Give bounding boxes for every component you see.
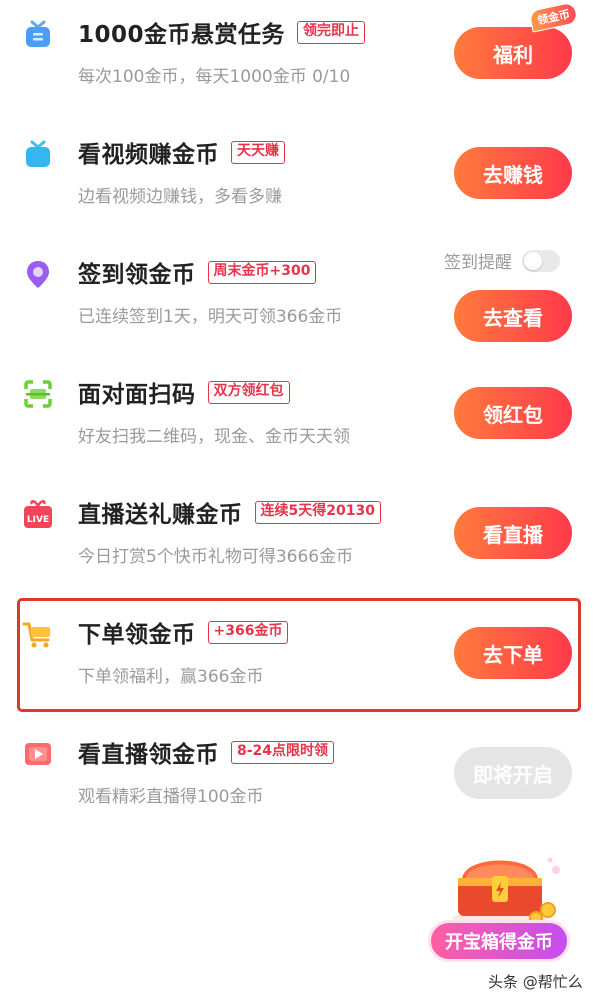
welfare-button[interactable]: 福利 — [454, 27, 572, 79]
watch-live-button[interactable]: 看直播 — [454, 507, 572, 559]
coming-soon-button[interactable]: 即将开启 — [454, 747, 572, 799]
task-title: 面对面扫码 — [78, 382, 196, 408]
tv-icon — [26, 20, 50, 47]
treasure-chest-icon — [452, 857, 560, 925]
play-video-icon — [25, 743, 51, 765]
task-description: 观看精彩直播得100金币 — [78, 787, 264, 807]
task-tag: 8-24点限时领 — [231, 740, 335, 764]
task-title-row: 面对面扫码 双方领红包 — [78, 374, 290, 410]
task-title: 签到领金币 — [78, 262, 196, 288]
scan-icon — [24, 380, 52, 408]
task-title-row: 签到领金币 周末金币+300 — [78, 254, 317, 290]
place-order-button[interactable]: 去下单 — [454, 627, 572, 679]
task-item: 签到领金币 周末金币+300 已连续签到1天，明天可领366金币 签到提醒 去查… — [0, 240, 598, 360]
task-description: 已连续签到1天，明天可领366金币 — [78, 307, 343, 327]
checkin-reminder: 签到提醒 — [444, 248, 560, 273]
task-description: 每次100金币，每天1000金币 0/10 — [78, 67, 351, 87]
task-title-row: 看直播领金币 8-24点限时领 — [78, 734, 335, 770]
task-item: 看直播领金币 8-24点限时领 观看精彩直播得100金币 即将开启 — [0, 720, 598, 840]
toggle-knob — [524, 251, 542, 270]
earn-money-button[interactable]: 去赚钱 — [454, 147, 572, 199]
task-title-row: 直播送礼赚金币 连续5天得20130 — [78, 494, 381, 530]
task-item-highlighted: 下单领金币 +366金币 下单领福利，赢366金币 去下单 — [0, 598, 598, 720]
view-checkin-button[interactable]: 去查看 — [454, 290, 572, 342]
tv-icon — [26, 140, 50, 167]
task-description: 边看视频边赚钱，多看多赚 — [78, 187, 282, 207]
task-description: 好友扫我二维码，现金、金币天天领 — [78, 427, 350, 447]
treasure-chest-widget[interactable]: 开宝箱得金币 — [428, 840, 578, 970]
task-tag: 连续5天得20130 — [254, 500, 381, 524]
reminder-toggle[interactable] — [522, 249, 560, 272]
task-tag: 天天赚 — [231, 140, 285, 164]
location-pin-icon — [27, 261, 49, 288]
reminder-label: 签到提醒 — [444, 253, 512, 273]
task-title: 下单领金币 — [78, 622, 196, 648]
task-item: 看视频赚金币 天天赚 边看视频边赚钱，多看多赚 去赚钱 — [0, 120, 598, 240]
task-tag: 周末金币+300 — [207, 260, 317, 284]
open-chest-button[interactable]: 开宝箱得金币 — [428, 920, 570, 962]
task-tag: 领完即止 — [297, 20, 366, 44]
task-tag: +366金币 — [207, 620, 289, 644]
task-item: 1000金币悬赏任务 领完即止 每次100金币，每天1000金币 0/10 福利… — [0, 0, 598, 120]
live-gift-icon: LIVE — [24, 500, 52, 528]
task-title-row: 看视频赚金币 天天赚 — [78, 134, 285, 170]
task-list: 1000金币悬赏任务 领完即止 每次100金币，每天1000金币 0/10 福利… — [0, 0, 598, 840]
task-tag: 双方领红包 — [207, 380, 290, 404]
shopping-cart-icon — [22, 622, 50, 648]
task-item: 面对面扫码 双方领红包 好友扫我二维码，现金、金币天天领 领红包 — [0, 360, 598, 480]
watermark: 头条 @帮忙么 — [488, 973, 583, 991]
task-title: 看视频赚金币 — [78, 142, 219, 168]
live-icon-text: LIVE — [27, 515, 49, 525]
red-packet-button[interactable]: 领红包 — [454, 387, 572, 439]
task-item: LIVE 直播送礼赚金币 连续5天得20130 今日打赏5个快币礼物可得3666… — [0, 480, 598, 600]
corner-badge: 领金币 — [528, 1, 579, 33]
task-title: 1000金币悬赏任务 — [78, 22, 286, 48]
task-description: 今日打赏5个快币礼物可得3666金币 — [78, 547, 354, 567]
task-description: 下单领福利，赢366金币 — [78, 667, 264, 687]
task-title-row: 1000金币悬赏任务 领完即止 — [78, 14, 366, 50]
task-title: 直播送礼赚金币 — [78, 502, 243, 528]
task-title-row: 下单领金币 +366金币 — [78, 614, 289, 650]
task-title: 看直播领金币 — [78, 742, 219, 768]
